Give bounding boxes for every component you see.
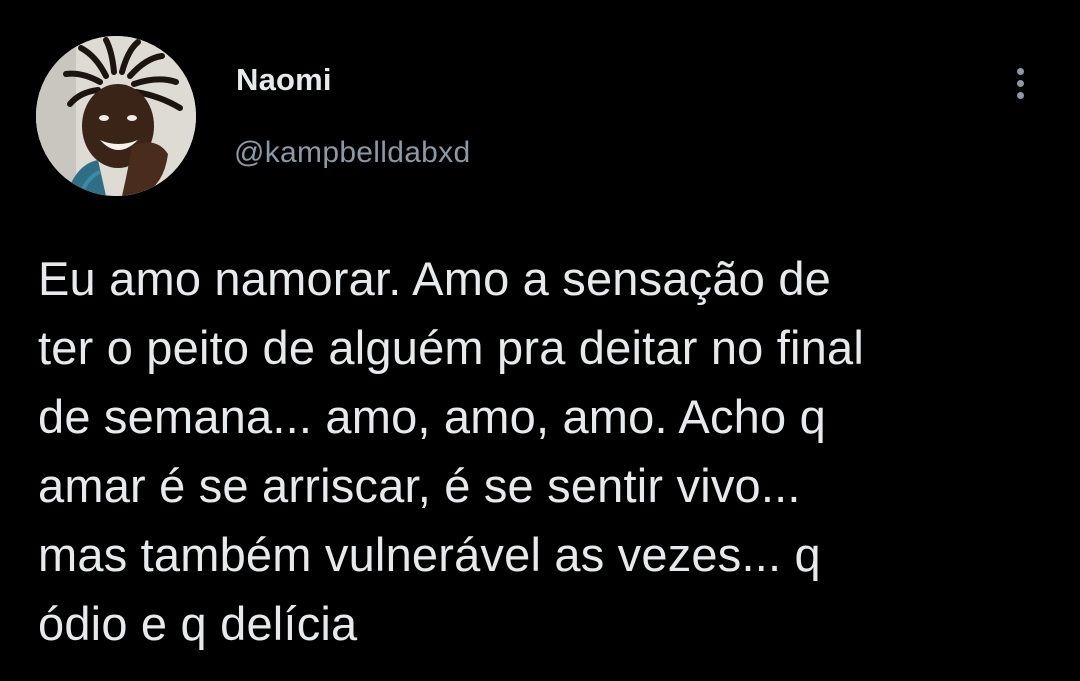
tweet-text: Eu amo namorar. Amo a sensação de ter o …	[38, 244, 1048, 658]
more-vertical-icon	[1016, 67, 1024, 75]
more-vertical-icon	[1016, 79, 1024, 87]
more-vertical-icon	[1016, 91, 1024, 99]
tweet-text-line: mas também vulnerável as vezes... q	[38, 528, 821, 581]
display-name[interactable]: Naomi	[236, 62, 332, 98]
avatar[interactable]	[36, 36, 196, 196]
tweet-text-line: ter o peito de alguém pra deitar no fina…	[38, 321, 864, 374]
tweet-text-line: Eu amo namorar. Amo a sensação de	[38, 252, 832, 305]
user-handle[interactable]: @kampbelldabxd	[234, 136, 470, 170]
tweet-text-line: ódio e q delícia	[38, 597, 358, 650]
tweet-text-line: amar é se arriscar, é se sentir vivo...	[38, 459, 801, 512]
profile-photo-icon	[36, 36, 196, 196]
more-options-button[interactable]	[1005, 60, 1035, 106]
tweet: Naomi @kampbelldabxd Eu amo namorar. Amo…	[0, 0, 1080, 681]
tweet-text-line: de semana... amo, amo, amo. Acho q	[38, 390, 826, 443]
